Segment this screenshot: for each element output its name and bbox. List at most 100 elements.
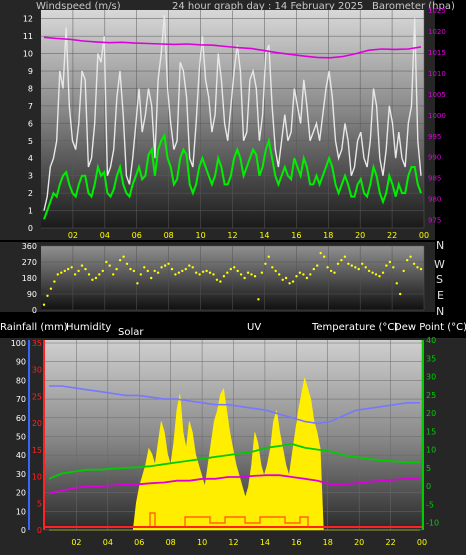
temperature-tick-label: 20 bbox=[426, 409, 436, 418]
humidity-tick-label: 90 bbox=[16, 358, 26, 367]
wind-tick-label: 4 bbox=[28, 154, 33, 163]
direction-point bbox=[67, 267, 70, 271]
direction-point bbox=[319, 251, 322, 255]
direction-point bbox=[340, 259, 343, 262]
compass-n-top: N bbox=[436, 239, 444, 252]
wind-tick-label: 1 bbox=[28, 207, 33, 216]
direction-point bbox=[298, 271, 302, 274]
direction-point bbox=[94, 276, 98, 280]
direction-point bbox=[326, 266, 329, 269]
direction-point bbox=[129, 267, 132, 271]
compass-w: W bbox=[434, 258, 445, 271]
direction-point bbox=[208, 271, 212, 274]
temperature-tick-label: -10 bbox=[426, 519, 439, 528]
direction-point bbox=[174, 273, 177, 276]
rain-tick-label: 10 bbox=[32, 473, 42, 482]
direction-point bbox=[118, 259, 122, 262]
temp-x-tick-label: 04 bbox=[103, 538, 113, 547]
temperature-tick-label: 10 bbox=[426, 446, 436, 455]
humidity-tick-label: 80 bbox=[16, 376, 26, 385]
direction-point bbox=[409, 255, 412, 258]
temperature-tick-label: 15 bbox=[426, 427, 436, 436]
direction-point bbox=[336, 262, 340, 265]
temp-x-tick-label: 16 bbox=[291, 538, 301, 547]
direction-point bbox=[215, 278, 219, 281]
direction-point bbox=[167, 262, 170, 265]
direction-point bbox=[239, 273, 243, 276]
humidity-tick-label: 60 bbox=[16, 414, 26, 423]
temp-x-tick-label: 00 bbox=[417, 538, 427, 547]
rain-tick-label: 25 bbox=[32, 392, 42, 401]
wind-tick-label: 9 bbox=[28, 67, 33, 76]
temp-x-tick-label: 18 bbox=[323, 538, 333, 547]
direction-point bbox=[63, 269, 66, 273]
direction-point bbox=[112, 273, 115, 276]
barometer-tick-label: 995 bbox=[428, 133, 441, 141]
direction-point bbox=[274, 269, 277, 273]
direction-point bbox=[132, 269, 136, 273]
direction-point bbox=[288, 282, 291, 285]
temp-x-tick-label: 14 bbox=[260, 538, 270, 547]
direction-point bbox=[250, 273, 253, 276]
rain-tick-label: 20 bbox=[32, 419, 42, 428]
humidity-tick-label: 30 bbox=[16, 470, 26, 479]
direction-point bbox=[312, 267, 315, 271]
direction-point bbox=[153, 269, 156, 273]
rain-axis-title: Rainfall (mm) bbox=[0, 322, 68, 333]
direction-point bbox=[191, 266, 194, 269]
direction-point bbox=[406, 259, 409, 262]
uv-title: UV bbox=[247, 322, 261, 333]
direction-point bbox=[101, 269, 105, 273]
direction-point bbox=[42, 303, 46, 306]
barometer-tick-label: 1025 bbox=[428, 7, 446, 15]
direction-point bbox=[419, 267, 423, 271]
direction-point bbox=[309, 273, 312, 276]
direction-point bbox=[361, 262, 364, 265]
rain-tick-label: 15 bbox=[32, 446, 42, 455]
humidity-tick-label: 10 bbox=[16, 507, 26, 516]
barometer-tick-label: 1020 bbox=[428, 28, 446, 36]
temp-x-tick-label: 20 bbox=[354, 538, 364, 547]
wind-x-tick-label: 04 bbox=[100, 231, 110, 240]
wind-x-tick-label: 06 bbox=[132, 231, 142, 240]
direction-point bbox=[184, 267, 187, 271]
graph-title: 24 hour graph day : 14 February 2025 bbox=[172, 1, 363, 12]
direction-point bbox=[80, 264, 84, 267]
direction-point bbox=[284, 276, 288, 280]
weather-graphs: Windspeed (m/s) 24 hour graph day : 14 F… bbox=[0, 0, 466, 555]
direction-point bbox=[378, 275, 381, 278]
humidity-tick-label: 50 bbox=[16, 433, 26, 442]
wind-x-tick-label: 12 bbox=[227, 231, 237, 240]
direction-point bbox=[150, 276, 153, 280]
temperature-tick-label: 25 bbox=[426, 391, 436, 400]
barometer-tick-label: 990 bbox=[428, 154, 441, 162]
direction-point bbox=[160, 266, 163, 269]
direction-point bbox=[49, 287, 53, 290]
direction-point bbox=[399, 292, 402, 296]
direction-point bbox=[392, 266, 395, 269]
wind-x-tick-label: 18 bbox=[323, 231, 333, 240]
direction-point bbox=[350, 264, 353, 267]
direction-point bbox=[395, 282, 398, 285]
direction-point bbox=[219, 280, 222, 283]
wind-x-tick-label: 14 bbox=[259, 231, 269, 240]
humidity-tick-label: 40 bbox=[16, 451, 26, 460]
direction-point bbox=[267, 255, 270, 258]
humidity-tick-label: 20 bbox=[16, 489, 26, 498]
wind-x-tick-label: 22 bbox=[387, 231, 397, 240]
direction-tick-label: 0 bbox=[32, 306, 37, 315]
direction-point bbox=[98, 273, 101, 276]
direction-point bbox=[343, 255, 347, 258]
solar-title: Solar bbox=[118, 327, 144, 338]
direction-point bbox=[264, 262, 267, 265]
temperature-tick-label: 5 bbox=[426, 464, 431, 473]
temperature-tick-label: 0 bbox=[426, 482, 431, 491]
direction-tick-label: 180 bbox=[22, 274, 37, 283]
compass-e: E bbox=[437, 289, 444, 302]
direction-point bbox=[143, 266, 146, 269]
direction-point bbox=[163, 264, 167, 267]
direction-point bbox=[212, 273, 215, 276]
barometer-tick-label: 1010 bbox=[428, 70, 446, 78]
barometer-tick-label: 975 bbox=[428, 217, 441, 225]
direction-point bbox=[388, 260, 392, 264]
